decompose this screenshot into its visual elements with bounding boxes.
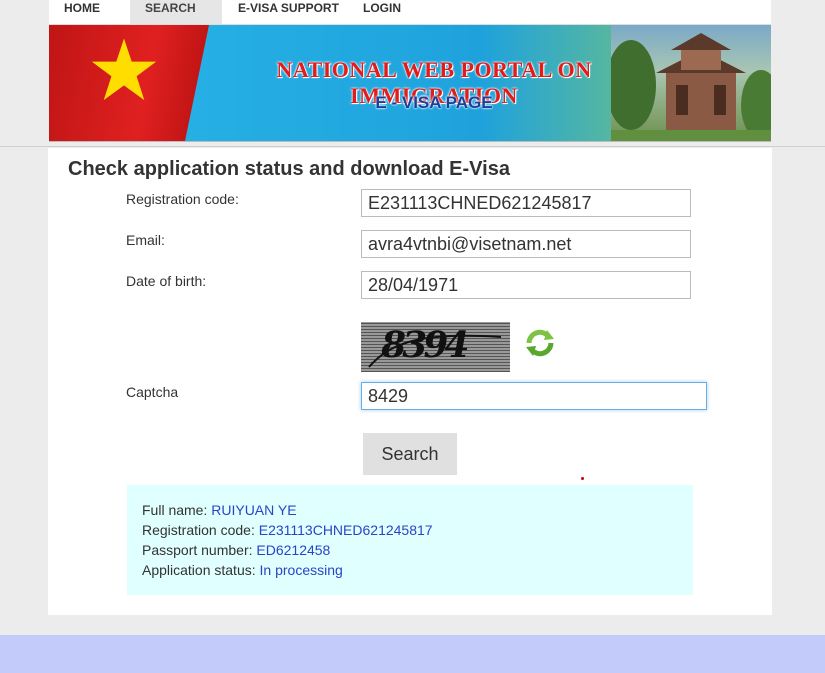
search-button[interactable]: Search: [363, 433, 457, 475]
result-full-name: Full name: RUIYUAN YE: [142, 500, 678, 520]
full-name-value: RUIYUAN YE: [211, 502, 297, 518]
passport-label: Passport number:: [142, 542, 257, 558]
temple-image: [606, 25, 771, 141]
result-box: Full name: RUIYUAN YE Registration code:…: [127, 485, 693, 595]
top-navigation: HOME SEARCH E-VISA SUPPORT LOGIN: [49, 0, 771, 25]
nav-login[interactable]: LOGIN: [348, 0, 416, 24]
red-dot: [581, 477, 584, 480]
nav-home[interactable]: HOME: [49, 0, 115, 24]
result-passport-number: Passport number: ED6212458: [142, 540, 678, 560]
captcha-input[interactable]: 8429: [361, 382, 707, 410]
header-banner: NATIONAL WEB PORTAL ON IMMIGRATION E - V…: [49, 25, 771, 142]
status-label: Application status:: [142, 562, 260, 578]
status-value: In processing: [259, 562, 343, 578]
star-icon: [91, 38, 157, 101]
result-application-status: Application status: In processing: [142, 560, 678, 580]
result-registration-label: Registration code:: [142, 522, 259, 538]
passport-value: ED6212458: [256, 542, 331, 558]
banner-subtitle: E - VISA PAGE: [375, 93, 493, 112]
full-name-label: Full name:: [142, 502, 212, 518]
captcha-image: 8394: [361, 322, 510, 372]
captcha-label: Captcha: [126, 384, 179, 400]
result-registration-value: E231113CHNED621245817: [258, 522, 433, 538]
registration-code-input[interactable]: E231113CHNED621245817: [361, 189, 691, 217]
vietnam-flag-image: [49, 25, 209, 141]
footer-band: [0, 635, 825, 673]
email-input[interactable]: avra4vtnbi@visetnam.net: [361, 230, 691, 258]
nav-search[interactable]: SEARCH: [130, 0, 222, 24]
page-title: Check application status and download E-…: [68, 158, 510, 180]
refresh-captcha-icon[interactable]: [523, 326, 557, 365]
registration-code-label: Registration code:: [126, 191, 239, 207]
email-label: Email:: [126, 232, 165, 248]
date-of-birth-label: Date of birth:: [126, 273, 207, 289]
result-registration-code: Registration code: E231113CHNED621245817: [142, 520, 678, 540]
date-of-birth-input[interactable]: 28/04/1971: [361, 271, 691, 299]
status-check-panel: Check application status and download E-…: [48, 148, 772, 615]
divider: [0, 146, 825, 147]
nav-evisa-support[interactable]: E-VISA SUPPORT: [223, 0, 354, 24]
